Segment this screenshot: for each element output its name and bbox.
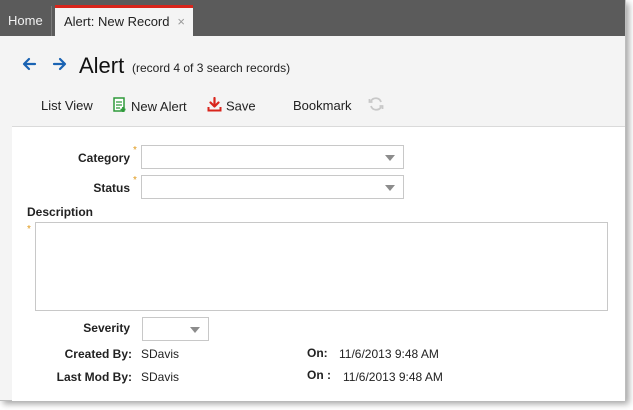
created-by-value: SDavis	[141, 347, 180, 361]
required-marker: *	[27, 224, 31, 235]
tab-home[interactable]: Home	[0, 6, 52, 36]
save-button[interactable]: Save	[207, 96, 256, 117]
tab-alert-new-record[interactable]: Alert: New Record ×	[55, 5, 193, 36]
chevron-down-icon	[190, 327, 200, 333]
created-on-label: On:	[307, 346, 328, 360]
severity-select[interactable]	[142, 317, 209, 341]
refresh-icon[interactable]	[368, 96, 386, 114]
description-textarea[interactable]	[35, 222, 608, 311]
save-icon	[207, 96, 222, 117]
chevron-down-icon	[385, 155, 395, 161]
required-marker: *	[133, 145, 137, 156]
new-record-icon	[113, 97, 127, 118]
last-mod-on-value: 11/6/2013 9:48 AM	[343, 370, 443, 384]
status-label: Status	[93, 181, 130, 195]
tab-label: Alert: New Record	[64, 14, 170, 29]
close-icon[interactable]: ×	[177, 8, 185, 35]
tab-bar: Home Alert: New Record ×	[0, 0, 625, 36]
bookmark-button[interactable]: Bookmark	[293, 97, 352, 115]
required-marker: *	[133, 175, 137, 186]
created-by-label: Created By:	[64, 347, 132, 361]
severity-label: Severity	[83, 321, 130, 335]
category-label: Category	[77, 151, 130, 165]
save-label: Save	[226, 98, 256, 114]
chevron-down-icon	[385, 185, 395, 191]
page-title: Alert	[79, 53, 125, 78]
record-position: (record 4 of 3 search records)	[132, 61, 291, 75]
new-alert-label: New Alert	[131, 98, 187, 114]
last-mod-by-value: SDavis	[141, 370, 180, 384]
arrow-right-icon[interactable]	[51, 56, 69, 76]
last-mod-by-label: Last Mod By:	[56, 370, 132, 384]
list-view-button[interactable]: List View	[41, 97, 93, 115]
arrow-left-icon[interactable]	[20, 56, 38, 76]
app-window: Home Alert: New Record × Alert (record 4…	[0, 0, 626, 401]
last-mod-on-label: On :	[307, 368, 331, 382]
new-alert-button[interactable]: New Alert	[113, 97, 187, 115]
description-label: Description	[27, 205, 94, 219]
category-select[interactable]	[141, 145, 404, 169]
created-on-value: 11/6/2013 9:48 AM	[339, 347, 439, 361]
status-select[interactable]	[141, 175, 404, 199]
